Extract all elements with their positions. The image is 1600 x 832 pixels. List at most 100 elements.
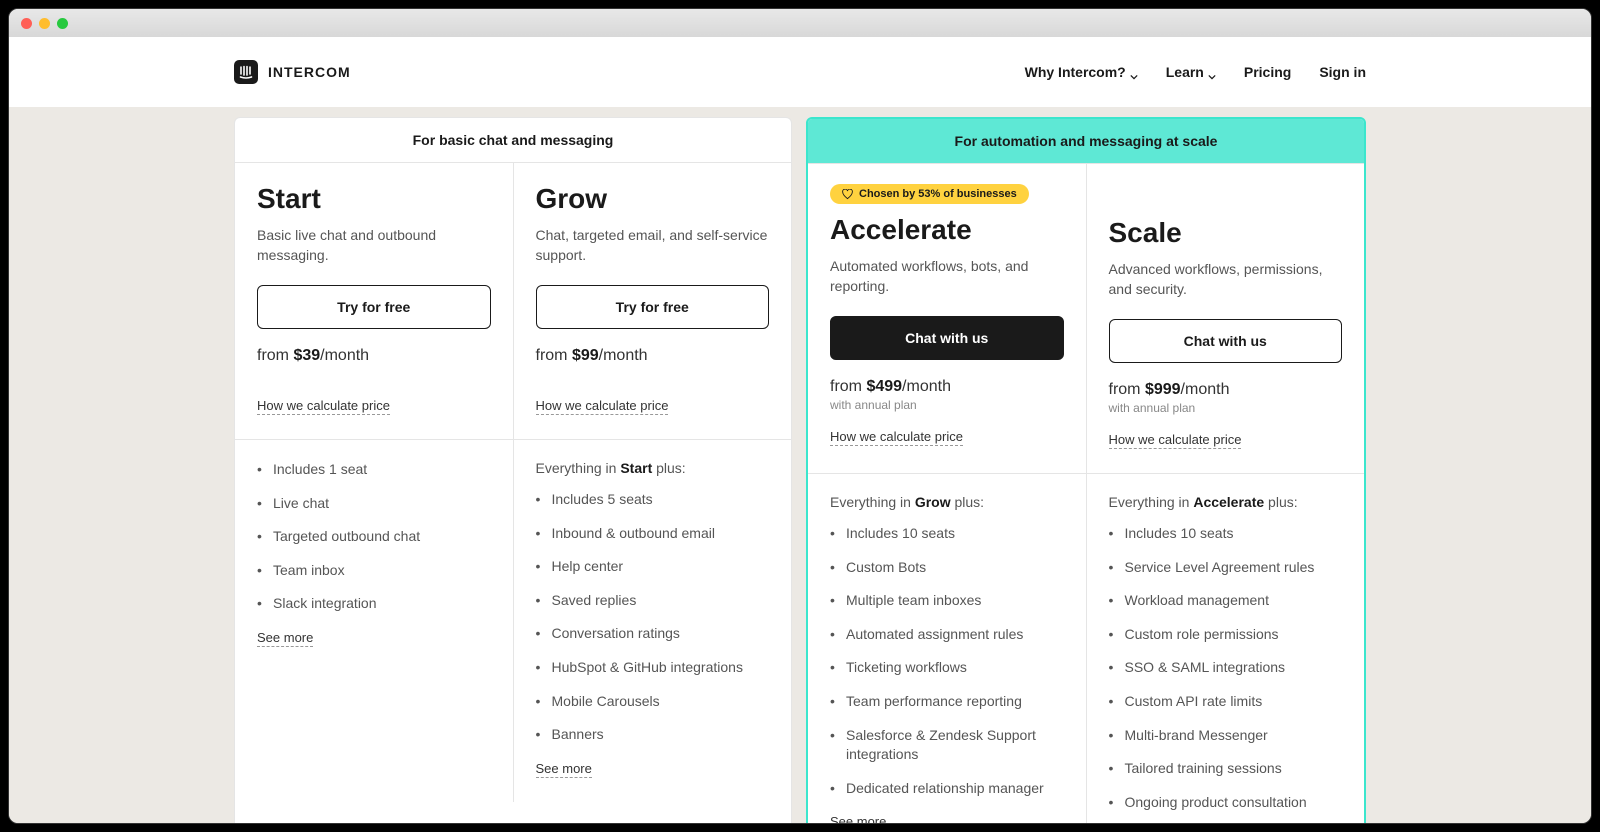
features-column: Everything in Grow plus: Includes 10 seat… <box>808 474 1086 823</box>
price-amount: $39 <box>293 347 320 364</box>
heart-icon <box>842 189 853 200</box>
features-intro: Everything in Start plus: <box>536 460 770 476</box>
plan-price: from $39/month <box>257 347 491 365</box>
plans-row: Chosen by 53% of businessesAccelerateAut… <box>808 163 1364 473</box>
nav-label: Learn <box>1166 64 1204 80</box>
plan-price: from $99/month <box>536 347 770 365</box>
price-note: with annual plan <box>830 398 1064 414</box>
feature-item: Includes 1 seat <box>257 460 491 480</box>
chat-with-us-button[interactable]: Chat with us <box>830 316 1064 360</box>
plan-description: Basic live chat and outbound messaging. <box>257 225 491 267</box>
logo-mark-icon <box>234 60 258 84</box>
nav-signin[interactable]: Sign in <box>1319 64 1366 80</box>
plan-group-header: For automation and messaging at scale <box>808 119 1364 163</box>
feature-item: Inbound & outbound email <box>536 524 770 544</box>
plan-price: from $499/month <box>830 378 1064 396</box>
calculate-price-link[interactable]: How we calculate price <box>830 429 963 446</box>
price-note <box>536 367 770 383</box>
try-for-free-button[interactable]: Chat with us <box>1109 319 1343 363</box>
plan-group: For automation and messaging at scaleCho… <box>806 117 1366 823</box>
feature-item: Custom role permissions <box>1109 625 1343 645</box>
nav-learn[interactable]: Learn <box>1166 64 1216 80</box>
feature-item: Targeted outbound chat <box>257 527 491 547</box>
price-prefix: from <box>830 378 866 395</box>
logo-text: INTERCOM <box>268 64 351 80</box>
features-row: Includes 1 seatLive chatTargeted outboun… <box>235 439 791 802</box>
feature-item: Conversation ratings <box>536 624 770 644</box>
feature-list: Includes 5 seats Inbound & outbound email… <box>536 490 770 745</box>
plan-description: Advanced workflows, permissions, and sec… <box>1109 259 1343 301</box>
window-minimize-icon[interactable] <box>39 18 50 29</box>
browser-window: INTERCOM Why Intercom? Learn Pricing Sig… <box>8 8 1592 824</box>
main-nav: Why Intercom? Learn Pricing Sign in <box>1025 64 1366 80</box>
feature-item: Banners <box>536 725 770 745</box>
feature-item: Ticketing workflows <box>830 658 1064 678</box>
feature-list: Includes 10 seats Service Level Agreement… <box>1109 524 1343 812</box>
chevron-down-icon <box>1208 68 1216 76</box>
chevron-down-icon <box>1130 68 1138 76</box>
price-amount: $499 <box>866 378 902 395</box>
try-for-free-button[interactable]: Try for free <box>257 285 491 329</box>
site-header: INTERCOM Why Intercom? Learn Pricing Sig… <box>9 37 1591 107</box>
feature-item: SSO & SAML integrations <box>1109 658 1343 678</box>
plan-description: Chat, targeted email, and self-service s… <box>536 225 770 267</box>
feature-item: HubSpot & GitHub integrations <box>536 658 770 678</box>
price-note: with annual plan <box>1109 401 1343 417</box>
feature-item: Tailored training sessions <box>1109 759 1343 779</box>
feature-item: Slack integration <box>257 594 491 614</box>
plan-name: Scale <box>1109 217 1343 249</box>
plan-name: Start <box>257 183 491 215</box>
calculate-price-link[interactable]: How we calculate price <box>536 398 669 415</box>
plan-card: Chosen by 53% of businessesAccelerateAut… <box>808 163 1086 473</box>
feature-item: Includes 10 seats <box>830 524 1064 544</box>
feature-item: Multiple team inboxes <box>830 591 1064 611</box>
feature-item: Help center <box>536 557 770 577</box>
plan-group: For basic chat and messaging Start Basic l… <box>234 117 792 823</box>
nav-label: Sign in <box>1319 64 1366 80</box>
feature-item: Multi-brand Messenger <box>1109 726 1343 746</box>
see-more-link[interactable]: See more <box>536 761 592 778</box>
features-row: Everything in Grow plus: Includes 10 seat… <box>808 473 1364 823</box>
nav-pricing[interactable]: Pricing <box>1244 64 1291 80</box>
feature-item: Includes 5 seats <box>536 490 770 510</box>
price-prefix: from <box>536 347 572 364</box>
feature-item: Includes 10 seats <box>1109 524 1343 544</box>
feature-item: Mobile Carousels <box>536 692 770 712</box>
feature-item: Salesforce & Zendesk Support integration… <box>830 726 1064 765</box>
plan-group-header: For basic chat and messaging <box>235 118 791 162</box>
feature-list: Includes 1 seatLive chatTargeted outboun… <box>257 460 491 614</box>
price-suffix: /month <box>902 378 951 395</box>
plan-description: Automated workflows, bots, and reporting… <box>830 256 1064 298</box>
features-intro: Everything in Accelerate plus: <box>1109 494 1343 510</box>
feature-item: Custom Bots <box>830 558 1064 578</box>
nav-why-intercom[interactable]: Why Intercom? <box>1025 64 1138 80</box>
window-close-icon[interactable] <box>21 18 32 29</box>
nav-label: Why Intercom? <box>1025 64 1126 80</box>
feature-item: Automated assignment rules <box>830 625 1064 645</box>
feature-item: Service Level Agreement rules <box>1109 558 1343 578</box>
price-prefix: from <box>1109 381 1145 398</box>
calculate-price-link[interactable]: How we calculate price <box>1109 432 1242 449</box>
plan-card: Start Basic live chat and outbound messag… <box>235 162 513 439</box>
plan-card: Scale Advanced workflows, permissions, an… <box>1086 163 1365 473</box>
feature-item: Workload management <box>1109 591 1343 611</box>
see-more-link[interactable]: See more <box>257 630 313 647</box>
logo[interactable]: INTERCOM <box>234 60 351 84</box>
feature-item: Dedicated relationship manager <box>830 779 1064 799</box>
feature-item: Team performance reporting <box>830 692 1064 712</box>
pricing-section: For basic chat and messaging Start Basic l… <box>210 107 1390 823</box>
window-maximize-icon[interactable] <box>57 18 68 29</box>
price-suffix: /month <box>1181 381 1230 398</box>
badge-text: Chosen by 53% of businesses <box>859 188 1017 200</box>
price-note <box>257 367 491 383</box>
window-title-bar <box>9 9 1591 37</box>
see-more-link[interactable]: See more <box>830 814 886 823</box>
plan-name: Grow <box>536 183 770 215</box>
calculate-price-link[interactable]: How we calculate price <box>257 398 390 415</box>
price-amount: $999 <box>1145 381 1181 398</box>
plan-price: from $999/month <box>1109 381 1343 399</box>
try-for-free-button[interactable]: Try for free <box>536 285 770 329</box>
features-column: Includes 1 seatLive chatTargeted outboun… <box>235 440 513 802</box>
price-amount: $99 <box>572 347 599 364</box>
features-intro: Everything in Grow plus: <box>830 494 1064 510</box>
